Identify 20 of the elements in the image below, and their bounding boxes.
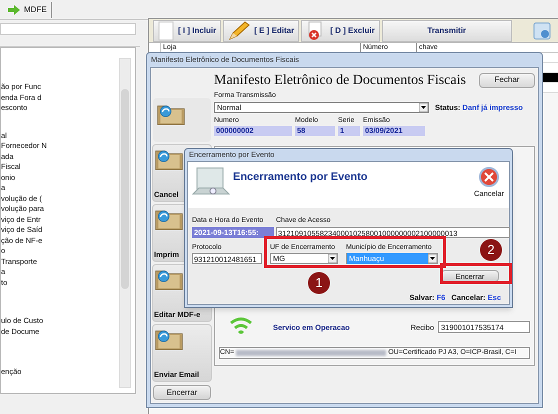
pencil-icon: [228, 20, 250, 40]
close-icon: [478, 166, 500, 188]
toolbar-button[interactable]: Transmitir: [382, 20, 512, 42]
dropdown-icon: [428, 254, 437, 263]
mdfe-tab[interactable]: MDFE: [4, 2, 52, 18]
step-marker: 1: [308, 272, 330, 294]
toolbar-button[interactable]: [ I ] Incluir: [153, 20, 222, 42]
arrow-icon: [8, 4, 20, 14]
dropdown-icon: [419, 102, 428, 112]
close-button[interactable]: Fechar: [479, 72, 535, 88]
dropdown-icon: [328, 254, 337, 263]
end-button[interactable]: Encerrar: [153, 385, 211, 400]
toolbar-button[interactable]: [ D ] Excluir: [301, 20, 380, 42]
dialog-heading: Encerramento por Evento: [233, 170, 368, 185]
send-action[interactable]: [153, 98, 211, 142]
window-heading: Manifesto Eletrônico de Documentos Fiscais: [214, 72, 466, 90]
filter-field[interactable]: [0, 23, 136, 35]
document-icon: [158, 20, 174, 40]
toolbar-button[interactable]: [ E ] Editar: [223, 20, 300, 42]
step-marker: 2: [480, 239, 502, 261]
